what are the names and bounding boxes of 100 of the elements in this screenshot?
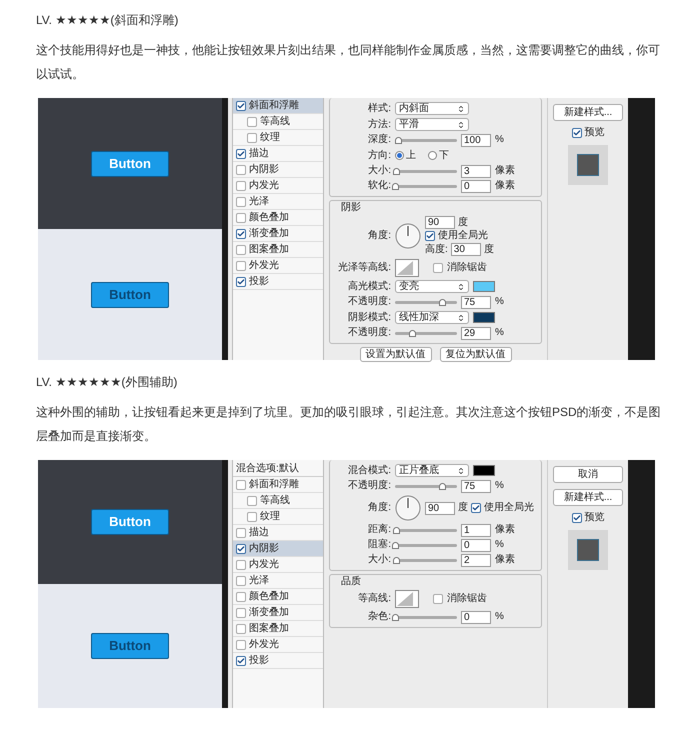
- checkbox[interactable]: [572, 513, 582, 523]
- style-list-item[interactable]: 颜色叠加: [233, 210, 323, 226]
- value-field[interactable]: 1: [461, 524, 491, 536]
- checkbox[interactable]: [433, 594, 443, 604]
- checkbox[interactable]: [247, 132, 257, 142]
- value-field[interactable]: 29: [461, 326, 491, 340]
- checkbox[interactable]: [236, 592, 246, 602]
- dropdown[interactable]: 内斜面: [395, 102, 469, 115]
- slider[interactable]: [395, 556, 457, 564]
- dropdown[interactable]: 正片叠底: [395, 464, 469, 477]
- slider-thumb[interactable]: [438, 482, 446, 490]
- angle-dial[interactable]: [395, 495, 421, 521]
- dialog-button[interactable]: 设置为默认值: [360, 347, 432, 362]
- checkbox[interactable]: [236, 656, 246, 666]
- slider-thumb[interactable]: [393, 556, 400, 564]
- style-list-item[interactable]: 图案叠加: [233, 621, 323, 637]
- style-list-item[interactable]: 斜面和浮雕: [233, 477, 323, 493]
- style-list-item[interactable]: 斜面和浮雕: [233, 98, 323, 114]
- slider[interactable]: [395, 328, 457, 338]
- radio-option[interactable]: 上: [395, 150, 416, 162]
- dialog-button[interactable]: 复位为默认值: [440, 347, 512, 362]
- dialog-button[interactable]: 新建样式...: [553, 104, 623, 121]
- style-list-item[interactable]: 纹理: [233, 509, 323, 525]
- style-list-item[interactable]: 投影: [233, 653, 323, 669]
- style-list-item[interactable]: 内阴影: [233, 541, 323, 557]
- dropdown[interactable]: 平滑: [395, 118, 469, 131]
- color-swatch[interactable]: [473, 465, 495, 476]
- checkbox[interactable]: [247, 116, 257, 126]
- slider[interactable]: [395, 182, 457, 190]
- style-list-item[interactable]: 渐变叠加: [233, 605, 323, 621]
- slider[interactable]: [395, 136, 457, 144]
- checkbox[interactable]: [236, 544, 246, 554]
- checkbox[interactable]: [433, 263, 443, 273]
- checkbox[interactable]: [236, 100, 246, 110]
- style-list-item[interactable]: 等高线: [233, 493, 323, 509]
- style-list-item[interactable]: 描边: [233, 146, 323, 162]
- checkbox[interactable]: [236, 276, 246, 286]
- contour-curve-icon[interactable]: [395, 590, 419, 608]
- value-field[interactable]: 0: [461, 538, 491, 552]
- slider-thumb[interactable]: [409, 330, 416, 336]
- style-list-item[interactable]: 投影: [233, 274, 323, 290]
- dropdown[interactable]: 变亮: [395, 280, 469, 293]
- style-list-item[interactable]: 描边: [233, 525, 323, 541]
- checkbox[interactable]: [236, 260, 246, 270]
- style-list-item[interactable]: 光泽: [233, 573, 323, 589]
- value-field[interactable]: 75: [461, 296, 491, 308]
- checkbox[interactable]: [236, 196, 246, 206]
- style-list-item[interactable]: 内发光: [233, 178, 323, 194]
- checkbox[interactable]: [236, 148, 246, 158]
- checkbox[interactable]: [572, 128, 582, 138]
- checkbox[interactable]: [236, 180, 246, 190]
- checkbox[interactable]: [425, 231, 435, 241]
- slider[interactable]: [395, 298, 457, 306]
- slider[interactable]: [395, 166, 457, 176]
- slider[interactable]: [395, 612, 457, 622]
- value-field[interactable]: 0: [461, 180, 491, 192]
- style-list-item[interactable]: 内发光: [233, 557, 323, 573]
- slider-thumb[interactable]: [392, 182, 399, 190]
- slider-thumb[interactable]: [438, 298, 446, 306]
- style-list-item[interactable]: 光泽: [233, 194, 323, 210]
- checkbox[interactable]: [471, 503, 481, 513]
- slider[interactable]: [395, 526, 457, 534]
- value-field[interactable]: 2: [461, 554, 491, 566]
- checkbox[interactable]: [247, 496, 257, 506]
- dropdown[interactable]: 线性加深: [395, 311, 469, 324]
- style-list-item[interactable]: 等高线: [233, 114, 323, 130]
- slider-thumb[interactable]: [392, 614, 399, 620]
- style-list-item[interactable]: 图案叠加: [233, 242, 323, 258]
- checkbox[interactable]: [236, 624, 246, 634]
- checkbox[interactable]: [236, 560, 246, 570]
- checkbox[interactable]: [236, 640, 246, 650]
- dialog-button[interactable]: 取消: [553, 466, 623, 483]
- style-list-item[interactable]: 颜色叠加: [233, 589, 323, 605]
- checkbox[interactable]: [236, 244, 246, 254]
- style-list-item[interactable]: 内阴影: [233, 162, 323, 178]
- checkbox[interactable]: [236, 212, 246, 222]
- value-field[interactable]: 0: [461, 610, 491, 624]
- slider-thumb[interactable]: [395, 136, 402, 144]
- dialog-button[interactable]: 新建样式...: [553, 489, 623, 506]
- contour-curve-icon[interactable]: [395, 259, 419, 277]
- value-field[interactable]: 75: [461, 480, 491, 492]
- value-field[interactable]: 90: [425, 502, 455, 514]
- slider[interactable]: [395, 540, 457, 550]
- checkbox[interactable]: [236, 608, 246, 618]
- style-list-item[interactable]: 纹理: [233, 130, 323, 146]
- style-list-item[interactable]: 渐变叠加: [233, 226, 323, 242]
- checkbox[interactable]: [236, 528, 246, 538]
- checkbox[interactable]: [236, 164, 246, 174]
- checkbox[interactable]: [236, 576, 246, 586]
- value-field[interactable]: 30: [450, 243, 481, 256]
- style-list-item[interactable]: 外发光: [233, 258, 323, 274]
- checkbox[interactable]: [236, 228, 246, 238]
- radio-option[interactable]: 下: [428, 150, 449, 162]
- value-field[interactable]: 3: [461, 164, 491, 178]
- slider-thumb[interactable]: [393, 168, 400, 174]
- color-swatch[interactable]: [473, 312, 495, 323]
- value-field[interactable]: 100: [461, 134, 491, 146]
- checkbox[interactable]: [236, 480, 246, 490]
- checkbox[interactable]: [247, 512, 257, 522]
- style-list-item[interactable]: 外发光: [233, 637, 323, 653]
